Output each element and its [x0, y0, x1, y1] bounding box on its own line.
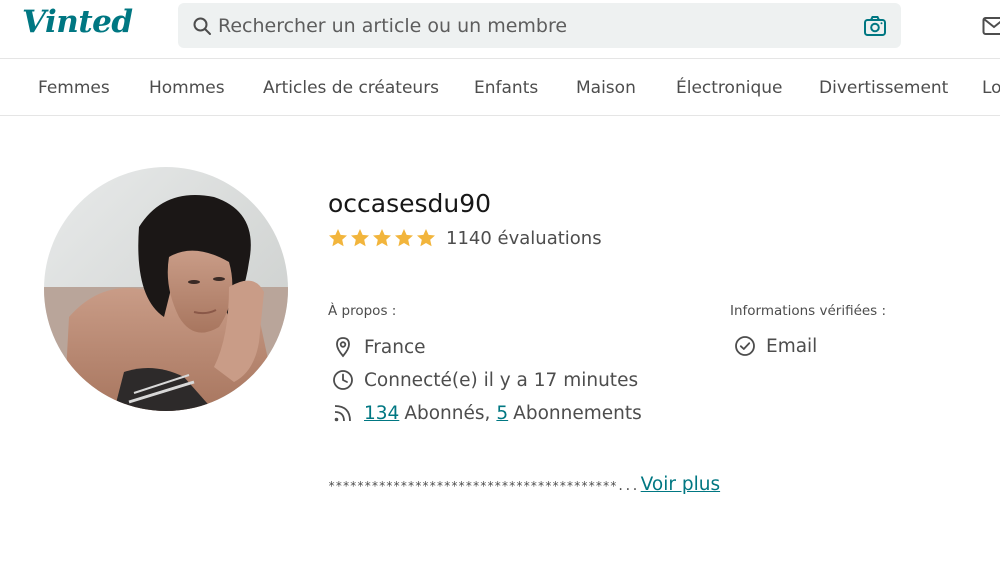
profile-tabs: [0, 552, 1000, 564]
rss-icon: [334, 405, 351, 422]
profile-username: occasesdu90: [328, 189, 492, 218]
star-icon: [329, 229, 347, 247]
following-label: Abonnements: [513, 402, 642, 424]
star-icon: [395, 229, 413, 247]
profile-photo: [44, 167, 288, 411]
location-row: France: [332, 334, 426, 360]
profile-bio: ****************************************…: [328, 474, 720, 495]
avatar: [44, 167, 288, 411]
following-count-link[interactable]: 5: [496, 403, 508, 424]
followers-label: Abonnés,: [404, 402, 491, 424]
star-icon: [373, 229, 391, 247]
vinted-logo[interactable]: Vinted: [22, 4, 133, 40]
verified-email-row: Email: [734, 333, 817, 359]
nav-item-loisirs[interactable]: Lo: [982, 78, 1000, 98]
verified-info-label: Informations vérifiées :: [730, 303, 887, 319]
last-seen-row: Connecté(e) il y a 17 minutes: [332, 367, 638, 393]
about-label: À propos :: [328, 303, 397, 319]
check-circle-icon: [735, 336, 755, 356]
followers-count-link[interactable]: 134: [364, 403, 399, 424]
nav-item-enfants[interactable]: Enfants: [474, 78, 538, 98]
search-bar[interactable]: [178, 3, 901, 48]
nav-item-electronique[interactable]: Électronique: [676, 78, 782, 98]
nav-item-femmes[interactable]: Femmes: [38, 78, 110, 98]
camera-icon[interactable]: [863, 15, 887, 37]
clock-icon: [333, 370, 353, 390]
nav-item-maison[interactable]: Maison: [576, 78, 636, 98]
top-header: Vinted: [0, 0, 1000, 58]
rating-stars: [328, 228, 436, 248]
location-text: France: [364, 336, 426, 358]
search-icon: [193, 17, 211, 35]
verified-email-text: Email: [766, 335, 818, 357]
location-pin-icon: [336, 337, 350, 358]
mail-icon[interactable]: [982, 16, 1000, 36]
nav-item-divertissement[interactable]: Divertissement: [819, 78, 948, 98]
search-input[interactable]: [218, 3, 858, 48]
category-nav: Femmes Hommes Articles de créateurs Enfa…: [0, 58, 1000, 116]
last-seen-text: Connecté(e) il y a 17 minutes: [364, 369, 639, 391]
bio-text: ****************************************…: [328, 479, 639, 493]
rating[interactable]: 1140 évaluations: [328, 226, 602, 250]
reviews-count[interactable]: 1140 évaluations: [446, 228, 602, 249]
see-more-link[interactable]: Voir plus: [641, 474, 720, 495]
star-icon: [417, 229, 435, 247]
nav-item-hommes[interactable]: Hommes: [149, 78, 225, 98]
nav-item-articles-createurs[interactable]: Articles de créateurs: [263, 78, 439, 98]
followers-row: 134 Abonnés, 5 Abonnements: [332, 400, 642, 426]
star-icon: [351, 229, 369, 247]
